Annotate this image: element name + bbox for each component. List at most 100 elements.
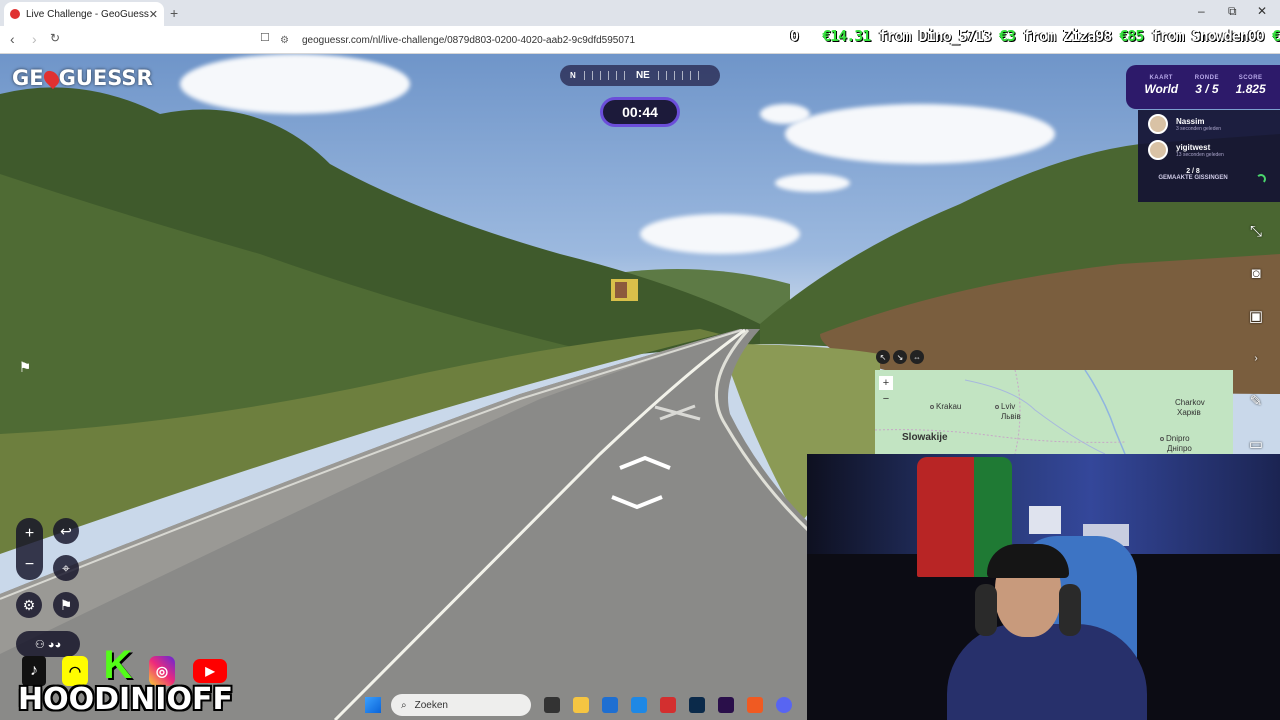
- score-panel: KAART World RONDE 3 / 5 SCORE 1.825: [1126, 65, 1280, 109]
- ticker-amount: €14.31: [822, 27, 871, 45]
- acrobat-icon[interactable]: [660, 697, 676, 713]
- guess-minimap[interactable]: + − Krakau Lviv Львів Charkov Харків Dni…: [875, 370, 1233, 454]
- undo-move-button[interactable]: ↩: [53, 518, 79, 544]
- city-label: Дніпро: [1167, 444, 1192, 453]
- minimap-zoom-out-button[interactable]: −: [879, 392, 893, 406]
- new-tab-button[interactable]: +: [170, 5, 178, 21]
- ticker-from: from Dino_5713: [878, 27, 991, 45]
- discord-icon[interactable]: [776, 697, 792, 713]
- player-time: 13 seconden geleden: [1176, 151, 1224, 158]
- player-name: Nassim: [1176, 116, 1205, 126]
- shrink-icon[interactable]: ⤡: [1245, 221, 1267, 243]
- back-arrow-icon[interactable]: ‹: [10, 31, 15, 47]
- report-location-icon[interactable]: ⚑: [12, 354, 38, 380]
- avatar: [1148, 140, 1168, 160]
- score-label: SCORE: [1238, 75, 1263, 81]
- city-label: Charkov: [1175, 398, 1205, 407]
- webcam-overlay: [807, 454, 1280, 720]
- headphones-icon: [1059, 584, 1081, 636]
- loading-spinner-icon: [1256, 174, 1266, 184]
- task-view-icon[interactable]: [544, 697, 560, 713]
- guesses-counter: 2 / 8 GEMAAKTE GISSINGEN: [1138, 168, 1248, 181]
- headphones-icon: [975, 584, 997, 636]
- site-info-icon[interactable]: ⚙: [280, 35, 292, 46]
- avatar: [1148, 114, 1168, 134]
- geoguessr-logo[interactable]: GE GUESSR: [12, 66, 153, 90]
- zoom-out-button[interactable]: −: [16, 549, 43, 580]
- webcam-person-body: [947, 624, 1147, 720]
- minimap-zoom-in-button[interactable]: +: [879, 376, 893, 390]
- search-icon: ⌕: [401, 699, 407, 711]
- city-label: Харків: [1177, 408, 1201, 417]
- ticker-amount: €85: [1119, 27, 1144, 45]
- kick-icon: K: [103, 642, 133, 687]
- photoshop-icon[interactable]: [689, 697, 705, 713]
- country-label: Slowakije: [902, 432, 948, 443]
- webcam-poster: [1029, 506, 1061, 534]
- reload-icon[interactable]: ↻: [50, 31, 60, 45]
- tab-close-icon[interactable]: ✕: [149, 8, 158, 21]
- video-camera-icon[interactable]: ▣: [1245, 306, 1267, 328]
- taskbar-search[interactable]: ⌕ Zoeken: [391, 694, 531, 716]
- return-to-start-icon[interactable]: ⌖: [53, 555, 79, 581]
- brave-icon[interactable]: [747, 697, 763, 713]
- minimap-pin-icon[interactable]: ⇔: [910, 350, 924, 364]
- webcam-person-cap: [987, 544, 1069, 578]
- folder-icon[interactable]: ▭: [1245, 434, 1267, 456]
- file-explorer-icon[interactable]: [573, 697, 589, 713]
- city-label: Krakau: [930, 402, 961, 411]
- compass-heading: NE: [635, 70, 650, 81]
- compass-ticks: [583, 71, 628, 80]
- windows-start-icon[interactable]: [365, 697, 381, 713]
- ticker-amount: €3: [998, 27, 1016, 45]
- logo-text-left: GE: [12, 66, 44, 90]
- close-window-button[interactable]: ✕: [1257, 4, 1267, 18]
- score-total: SCORE 1.825: [1236, 75, 1266, 109]
- forward-arrow-icon[interactable]: ›: [32, 31, 37, 47]
- pencil-icon[interactable]: ✎: [1245, 391, 1267, 413]
- guesses-count: 2 / 8: [1186, 168, 1200, 175]
- ticker-amount: €14.31: [1271, 27, 1280, 45]
- geoguessr-favicon-icon: [10, 9, 20, 19]
- compass-ticks: [657, 71, 702, 80]
- city-label: Львів: [1001, 412, 1021, 421]
- bookmark-icon[interactable]: ☐: [260, 31, 270, 44]
- minimap-shrink-icon[interactable]: ↘: [893, 350, 907, 364]
- minimap-expand-icon[interactable]: ↖: [876, 350, 890, 364]
- player-name: yigitwest: [1176, 142, 1211, 152]
- round-value: 3 / 5: [1195, 82, 1219, 96]
- tab-geoguessr[interactable]: Live Challenge - GeoGuessr ✕: [4, 2, 164, 26]
- settings-gear-icon[interactable]: ⚙: [16, 592, 42, 618]
- minimap-toolbar: ↖ ↘ ⇔: [876, 350, 936, 366]
- player-time: 3 seconden geleden: [1176, 125, 1222, 132]
- ticker-from: from Snowden00: [1151, 27, 1264, 45]
- player-guesses-panel: Nassim 3 seconden geleden yigitwest 13 s…: [1138, 110, 1280, 202]
- address-bar[interactable]: ⚙ geoguessr.com/nl/live-challenge/0879d8…: [280, 30, 780, 50]
- tab-strip: Live Challenge - GeoGuessr ✕ + – ⧉ ✕: [0, 0, 1280, 26]
- zoom-controls: + −: [16, 518, 43, 580]
- flag-icon[interactable]: ⚑: [53, 592, 79, 618]
- minimize-button[interactable]: –: [1198, 4, 1205, 18]
- logo-text-right: GUESSR: [58, 66, 153, 90]
- ticker-from: from Ziza98: [1022, 27, 1112, 45]
- restore-button[interactable]: ⧉: [1228, 4, 1237, 19]
- people-icon: ⚇ ◕◕: [34, 638, 62, 651]
- taskbar-search-placeholder: Zoeken: [414, 699, 448, 711]
- tab-title: Live Challenge - GeoGuessr: [26, 8, 149, 20]
- chevron-right-icon[interactable]: ›: [1245, 348, 1267, 370]
- score-value: 1.825: [1235, 82, 1266, 96]
- player-row: yigitwest 13 seconden geleden: [1148, 140, 1224, 160]
- zoom-in-button[interactable]: +: [16, 518, 43, 549]
- url-text: geoguessr.com/nl/live-challenge/0879d803…: [302, 34, 636, 46]
- premiere-icon[interactable]: [718, 697, 734, 713]
- store-icon[interactable]: [602, 697, 618, 713]
- outlook-icon[interactable]: [631, 697, 647, 713]
- players-button[interactable]: ⚇ ◕◕: [16, 631, 80, 657]
- windows-taskbar: ⌕ Zoeken: [355, 690, 805, 720]
- ticker-item: 0: [790, 27, 799, 45]
- round-timer: 00:44: [600, 97, 680, 127]
- score-round: RONDE 3 / 5: [1195, 75, 1219, 109]
- camera-icon[interactable]: ◙: [1245, 263, 1267, 285]
- map-value: World: [1144, 82, 1179, 96]
- compass: N NE: [560, 65, 720, 86]
